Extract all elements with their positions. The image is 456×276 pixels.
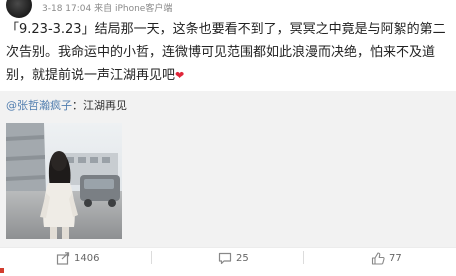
repost-count: 1406: [74, 252, 100, 264]
reposted-weibo[interactable]: @张哲瀚疯子：江湖再见: [0, 91, 456, 247]
actions-divider: [0, 247, 456, 248]
like-icon: [371, 251, 385, 265]
comment-count: 25: [236, 252, 249, 264]
post-text-line: 「9.23-3.23」结局那一天，这条也要看不到了，冥冥之中竟是与阿絮的第二: [6, 22, 446, 37]
repost-text: ：江湖再见: [72, 99, 127, 112]
action-separator: [303, 251, 304, 264]
post-text-line-content: 别，就提前说一声江湖再见吧: [6, 68, 176, 83]
repost-line: @张哲瀚疯子：江湖再见: [6, 97, 127, 113]
post-photo[interactable]: [6, 123, 122, 239]
post-text: 「9.23-3.23」结局那一天，这条也要看不到了，冥冥之中竟是与阿絮的第二 次…: [6, 18, 450, 87]
comment-button[interactable]: 25: [218, 250, 249, 266]
post-meta: 3-18 17:04 来自 iPhone客户端: [42, 4, 173, 14]
like-count: 77: [389, 252, 402, 264]
repost-button[interactable]: 1406: [56, 250, 99, 266]
repost-icon: [56, 251, 70, 265]
edge-marker: [0, 268, 4, 273]
heart-emoji-icon: ❤: [175, 69, 185, 82]
author-mention-link[interactable]: @张哲瀚疯子: [6, 99, 72, 112]
post-text-line: 次告别。我命运中的小哲，连微博可见范围都如此浪漫而决绝，怕来不及道: [6, 45, 436, 60]
photo-image: [6, 123, 122, 239]
action-separator: [151, 251, 152, 264]
avatar[interactable]: [6, 0, 32, 18]
like-button[interactable]: 77: [371, 250, 402, 266]
comment-icon: [218, 252, 232, 264]
post-text-line: 别，就提前说一声江湖再见吧❤: [6, 64, 450, 87]
